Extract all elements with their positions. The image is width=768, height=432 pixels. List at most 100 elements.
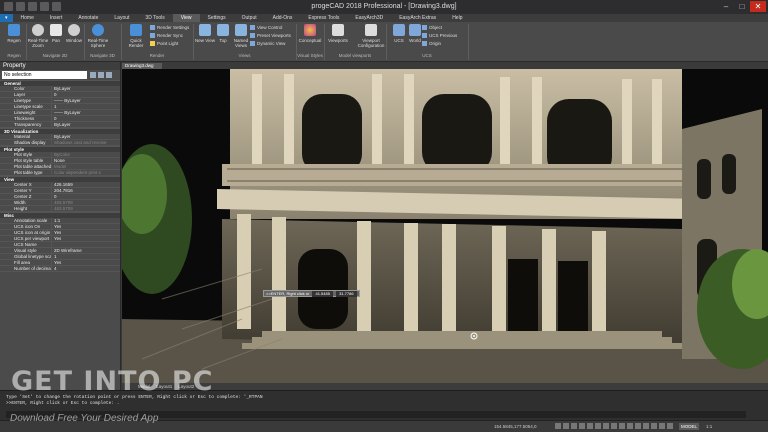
selection-dropdown[interactable]: No selection bbox=[2, 71, 87, 79]
point-light-button[interactable]: Point Light bbox=[150, 41, 178, 47]
property-value[interactable]: 204.7816 bbox=[52, 188, 73, 193]
tab-insert[interactable]: Insert bbox=[42, 14, 71, 22]
quick-props-toggle-icon[interactable] bbox=[619, 423, 625, 429]
viewports-button[interactable]: Viewports bbox=[326, 24, 350, 43]
ucs-toggle-icon[interactable] bbox=[635, 423, 641, 429]
tab-settings[interactable]: Settings bbox=[200, 14, 234, 22]
property-key: Number of decimal places bbox=[0, 266, 52, 271]
tab-layout[interactable]: Layout bbox=[106, 14, 137, 22]
property-value[interactable]: Shadows cast and receive bbox=[52, 140, 107, 145]
property-value[interactable]: Yes bbox=[52, 236, 61, 241]
property-row[interactable]: Number of decimal places4 bbox=[0, 266, 120, 272]
grid-toggle-icon[interactable] bbox=[563, 423, 569, 429]
property-value[interactable]: Yes bbox=[52, 230, 61, 235]
dynamic-input-toggle-icon[interactable] bbox=[627, 423, 633, 429]
polar-toggle-icon[interactable] bbox=[579, 423, 585, 429]
watermark-title: GET INTO PC bbox=[11, 366, 214, 397]
property-value[interactable]: Model bbox=[52, 164, 66, 169]
ucs-object-button[interactable]: Object bbox=[422, 25, 442, 31]
regen-button[interactable]: Regen bbox=[2, 24, 26, 43]
quick-select-icon[interactable] bbox=[106, 72, 112, 78]
property-value[interactable] bbox=[52, 242, 54, 247]
lineweight-toggle-icon[interactable] bbox=[603, 423, 609, 429]
tab-3d-tools[interactable]: 3D Tools bbox=[137, 14, 172, 22]
tooltip-x-value[interactable]: 41.5485 bbox=[312, 291, 333, 297]
property-key: Material bbox=[0, 134, 52, 139]
property-value[interactable]: ByLayer bbox=[52, 122, 71, 127]
tab-view[interactable]: View bbox=[172, 14, 200, 22]
property-value[interactable]: None bbox=[52, 158, 65, 163]
transparency-toggle-icon[interactable] bbox=[611, 423, 617, 429]
realtime-sphere-button[interactable]: Real-Time Sphere bbox=[86, 24, 110, 48]
property-value[interactable]: 0 bbox=[52, 194, 57, 199]
app-window: progeCAD 2018 Professional - [Drawing3.d… bbox=[0, 0, 768, 432]
orbit-cursor-icon bbox=[470, 332, 478, 340]
property-value[interactable]: Yes bbox=[52, 224, 61, 229]
zoom-window-button[interactable]: Window bbox=[62, 24, 86, 43]
viewport-configuration-button[interactable]: Viewport Configuration bbox=[352, 24, 390, 48]
etrack-toggle-icon[interactable] bbox=[595, 423, 601, 429]
property-value[interactable]: 426.1659 bbox=[52, 182, 73, 187]
render-sync-button[interactable]: Render Sync bbox=[150, 33, 183, 39]
property-value[interactable]: 1 bbox=[52, 254, 57, 259]
annotation-toggle-icon[interactable] bbox=[643, 423, 649, 429]
tab-easyarch3d[interactable]: EasyArch3D bbox=[347, 14, 391, 22]
tab-help[interactable]: Help bbox=[444, 14, 470, 22]
property-value[interactable]: 4 bbox=[52, 266, 57, 271]
tab-annotate[interactable]: Annotate bbox=[70, 14, 106, 22]
property-value[interactable]: 0 bbox=[52, 92, 57, 97]
view-control-button[interactable]: View Control bbox=[250, 25, 282, 31]
tab-add-ons[interactable]: Add-Ons bbox=[265, 14, 301, 22]
regen-icon bbox=[8, 24, 20, 36]
select-objects-icon[interactable] bbox=[98, 72, 104, 78]
teapot-icon bbox=[130, 24, 142, 36]
quick-render-button[interactable]: Quick Render bbox=[124, 24, 148, 48]
property-value[interactable]: ByColor bbox=[52, 152, 70, 157]
tab-home[interactable]: Home bbox=[13, 14, 42, 22]
maximize-button[interactable]: □ bbox=[734, 1, 750, 12]
group-label-navigate-3d: Navigate 3D bbox=[90, 53, 115, 58]
model-space-toggle[interactable]: MODEL bbox=[679, 423, 700, 430]
preset-viewports-button[interactable]: Preset Viewports bbox=[250, 33, 291, 39]
property-value[interactable]: 1 bbox=[52, 104, 57, 109]
property-value[interactable]: Yes bbox=[52, 260, 61, 265]
minimize-button[interactable]: – bbox=[718, 1, 734, 12]
ucs-origin-button[interactable]: Origin bbox=[422, 41, 441, 47]
dynamic-view-button[interactable]: Dynamic View bbox=[250, 41, 285, 47]
ucs-previous-button[interactable]: UCS Previous bbox=[422, 33, 457, 39]
property-value[interactable]: 1:1 bbox=[52, 218, 60, 223]
conceptual-style-button[interactable]: Conceptual bbox=[298, 24, 322, 43]
tab-easyarch-extras[interactable]: EasyArch Extras bbox=[391, 14, 444, 22]
property-value[interactable]: ByLayer bbox=[52, 86, 71, 91]
annotation-scale[interactable]: 1:1 bbox=[706, 424, 712, 429]
tooltip-y-value[interactable]: 31.7786 bbox=[336, 291, 357, 297]
isolate-toggle-icon[interactable] bbox=[667, 423, 673, 429]
group-label-render: Render bbox=[149, 53, 165, 58]
property-value[interactable]: 2D Wireframe bbox=[52, 248, 82, 253]
esnap-toggle-icon[interactable] bbox=[587, 423, 593, 429]
lock-toggle-icon[interactable] bbox=[659, 423, 665, 429]
property-value[interactable]: 483.5709 bbox=[52, 206, 73, 211]
render-sync-icon bbox=[150, 33, 155, 39]
tab-express-tools[interactable]: Express Tools bbox=[300, 14, 347, 22]
property-key: Center Z bbox=[0, 194, 52, 199]
model-viewport[interactable]: >>ENTER, Right click or 41.5485 31.7786 bbox=[122, 69, 768, 383]
application-menu-button[interactable]: ▾ bbox=[0, 14, 13, 22]
property-value[interactable]: —— ByLayer bbox=[52, 110, 81, 115]
property-value[interactable]: 0 bbox=[52, 116, 57, 121]
ortho-toggle-icon[interactable] bbox=[571, 423, 577, 429]
tab-output[interactable]: Output bbox=[234, 14, 265, 22]
workspace-toggle-icon[interactable] bbox=[651, 423, 657, 429]
property-value[interactable]: 483.5709 bbox=[52, 200, 73, 205]
property-value[interactable]: ByLayer bbox=[52, 134, 71, 139]
property-value[interactable]: —— ByLayer bbox=[52, 98, 81, 103]
visual-style-icon bbox=[304, 24, 316, 36]
render-settings-button[interactable]: Render Settings bbox=[150, 25, 189, 31]
zoom-window-icon bbox=[68, 24, 80, 36]
toggle-pickadd-icon[interactable] bbox=[90, 72, 96, 78]
property-value[interactable]: Color dependent print s bbox=[52, 170, 101, 175]
group-label-visual-styles: Visual Styles bbox=[297, 53, 323, 58]
close-button[interactable]: ✕ bbox=[750, 1, 766, 12]
new-view-icon bbox=[199, 24, 211, 36]
snap-toggle-icon[interactable] bbox=[555, 423, 561, 429]
